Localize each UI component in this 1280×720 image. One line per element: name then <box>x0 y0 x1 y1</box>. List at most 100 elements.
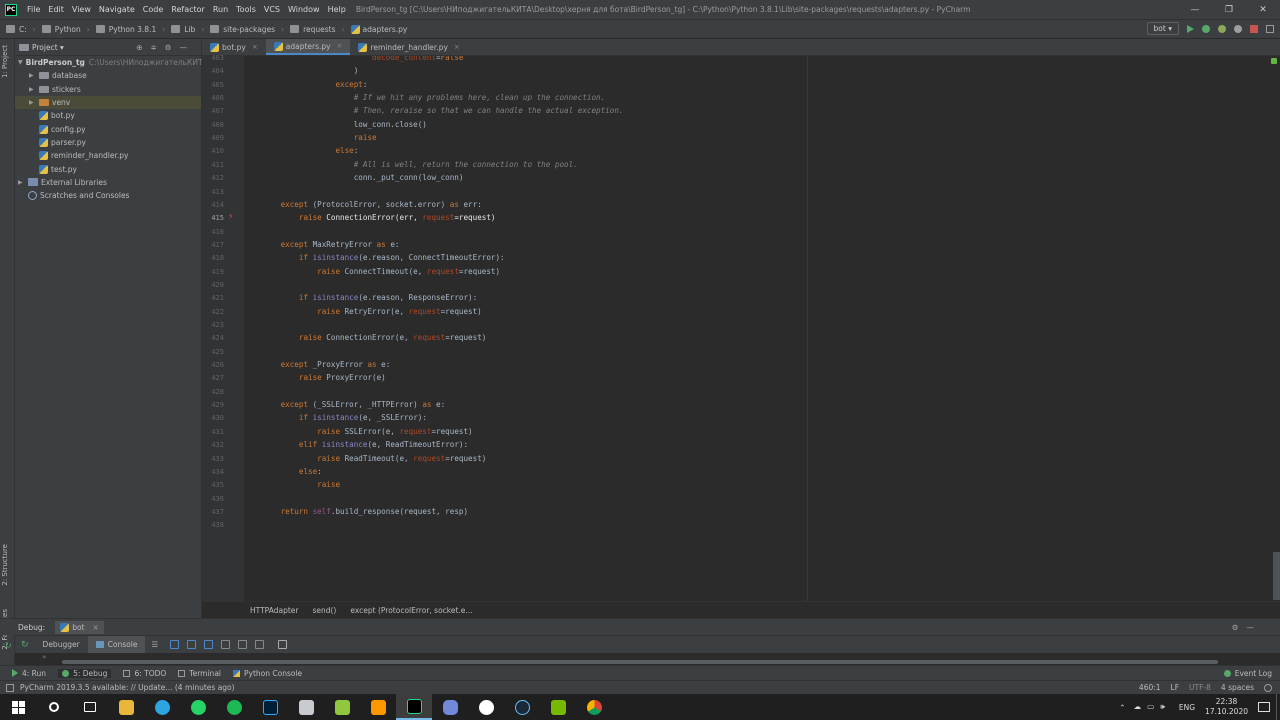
menu-item-file[interactable]: File <box>27 5 40 14</box>
clock[interactable]: 22:38 17.10.2020 <box>1205 697 1248 717</box>
step-over-icon[interactable] <box>170 640 180 649</box>
expand-arrow-icon[interactable]: ▶ <box>29 86 39 93</box>
language-indicator[interactable]: ENG <box>1179 703 1195 712</box>
run-icon[interactable] <box>1187 24 1194 33</box>
nvidia-icon[interactable] <box>540 694 576 720</box>
search-icon[interactable] <box>36 694 72 720</box>
tree-item-test-py[interactable]: test.py <box>15 162 201 175</box>
menu-item-run[interactable]: Run <box>213 5 228 14</box>
evaluate-icon[interactable] <box>278 640 288 649</box>
nav-crumb[interactable]: site-packages › <box>210 25 284 34</box>
tree-item-database[interactable]: ▶ database <box>15 69 201 82</box>
close-icon[interactable]: × <box>93 623 99 632</box>
expand-arrow-icon[interactable]: ▶ <box>29 72 39 79</box>
project-view-select[interactable]: Project ▾ <box>32 43 64 52</box>
telegram-icon[interactable] <box>144 694 180 720</box>
crumb-method[interactable]: send() <box>312 606 336 615</box>
code-editor[interactable]: decode_content=False ) except: # If we h… <box>244 56 1280 601</box>
menu-item-tools[interactable]: Tools <box>236 5 256 14</box>
debug-session-tab[interactable]: bot × <box>55 620 104 634</box>
file-encoding[interactable]: UTF-8 <box>1189 683 1211 692</box>
task-view-icon[interactable] <box>72 694 108 720</box>
close-window-button[interactable]: ✕ <box>1246 0 1280 20</box>
menu-item-refactor[interactable]: Refactor <box>171 5 205 14</box>
debugger-tab[interactable]: Debugger <box>35 636 88 654</box>
menu-item-vcs[interactable]: VCS <box>264 5 280 14</box>
minimize-button[interactable]: — <box>1178 0 1212 20</box>
tray-expand-icon[interactable]: ⌃ <box>1119 703 1125 712</box>
rerun-debug-icon[interactable]: ↻ <box>5 641 12 650</box>
menu-item-edit[interactable]: Edit <box>48 5 64 14</box>
profile-icon[interactable] <box>1234 24 1242 33</box>
notepad-icon[interactable] <box>288 694 324 720</box>
spotify-icon[interactable] <box>216 694 252 720</box>
nav-crumb[interactable]: adapters.py <box>350 24 407 34</box>
status-toggle-icon[interactable] <box>6 683 14 692</box>
tray-icons[interactable]: ☁▭🕪 <box>1134 702 1171 712</box>
tree-item-bot-py[interactable]: bot.py <box>15 109 201 122</box>
coverage-icon[interactable] <box>1218 24 1226 33</box>
menu-lines-icon[interactable]: ☰ <box>151 640 158 649</box>
menu-item-navigate[interactable]: Navigate <box>99 5 135 14</box>
search-everywhere-icon[interactable] <box>1266 24 1274 33</box>
indent-setting[interactable]: 4 spaces <box>1221 683 1254 692</box>
debug-icon[interactable] <box>1202 24 1210 33</box>
nav-crumb[interactable]: Python 3.8.1 › <box>95 25 165 34</box>
photoshop-icon[interactable] <box>252 694 288 720</box>
inspector-icon[interactable] <box>1264 683 1272 692</box>
tab-adapters-py[interactable]: adapters.py × <box>265 39 351 55</box>
tree-item-external-libraries[interactable]: ▶ External Libraries <box>15 176 201 189</box>
close-tab-icon[interactable]: × <box>337 42 343 50</box>
tool-todo[interactable]: 6: TODO <box>123 669 166 678</box>
crumb-block[interactable]: except (ProtocolError, socket.e... <box>350 606 472 615</box>
tool-run[interactable]: 4: Run <box>12 669 46 678</box>
expand-arrow-icon[interactable]: ▼ <box>18 59 23 66</box>
nav-crumb[interactable]: C: › <box>6 25 36 34</box>
game-launcher-icon[interactable] <box>468 694 504 720</box>
steam-icon[interactable] <box>504 694 540 720</box>
menu-item-view[interactable]: View <box>72 5 91 14</box>
menu-item-window[interactable]: Window <box>288 5 320 14</box>
notepadpp-icon[interactable] <box>324 694 360 720</box>
structure-tool-tab[interactable]: 2: Structure <box>1 544 9 586</box>
editor-vscrollbar[interactable] <box>1273 552 1280 600</box>
debug-hscrollbar[interactable] <box>62 660 1218 664</box>
tree-item-parser-py[interactable]: parser.py <box>15 136 201 149</box>
stop-icon[interactable] <box>1250 24 1258 33</box>
pycharm-taskbar-icon[interactable] <box>396 694 432 720</box>
notification-icon[interactable] <box>1258 702 1270 712</box>
console-tab[interactable]: Console <box>87 635 146 654</box>
close-tab-icon[interactable]: × <box>252 43 258 51</box>
run-to-cursor-icon[interactable] <box>255 640 265 649</box>
rerun-icon[interactable]: ↻ <box>21 640 29 650</box>
expand-arrow-icon[interactable]: ▶ <box>18 179 28 186</box>
nav-crumb[interactable]: Lib › <box>171 25 204 34</box>
menu-item-help[interactable]: Help <box>328 5 346 14</box>
tab-reminder_handler-py[interactable]: reminder_handler.py × <box>350 39 467 55</box>
status-message[interactable]: PyCharm 2019.3.5 available: // Update...… <box>20 683 235 692</box>
nav-crumb[interactable]: Python › <box>41 25 90 34</box>
step-out-icon[interactable] <box>238 640 248 649</box>
project-panel-tools-icon[interactable]: ⊕≑⚙— <box>136 43 195 52</box>
file-explorer-icon[interactable] <box>108 694 144 720</box>
tree-item-scratches[interactable]: Scratches and Consoles <box>15 189 201 202</box>
tree-item-reminder_handler-py[interactable]: reminder_handler.py <box>15 149 201 162</box>
windows-start-icon[interactable] <box>0 694 36 720</box>
project-tool-tab[interactable]: 1: Project <box>1 45 9 78</box>
close-tab-icon[interactable]: × <box>454 43 460 51</box>
maximize-button[interactable]: ❐ <box>1212 0 1246 20</box>
breakpoint-bolt-icon[interactable]: ⚡ <box>228 212 234 221</box>
tool-debug[interactable]: 5: Debug <box>58 668 112 678</box>
nav-crumb[interactable]: requests › <box>290 25 345 34</box>
line-separator[interactable]: LF <box>1171 683 1180 692</box>
sublime-text-icon[interactable] <box>360 694 396 720</box>
tree-root[interactable]: ▼ BirdPerson_tg C:\Users\НИподжигательКИ… <box>15 56 208 69</box>
menu-item-code[interactable]: Code <box>143 5 163 14</box>
whatsapp-icon[interactable] <box>180 694 216 720</box>
tree-item-venv[interactable]: ▶ venv <box>15 95 201 110</box>
tree-item-config-py[interactable]: config.py <box>15 122 201 135</box>
expand-arrow-icon[interactable]: ▶ <box>29 99 39 106</box>
force-step-into-icon[interactable] <box>221 640 231 649</box>
tree-item-stickers[interactable]: ▶ stickers <box>15 83 201 96</box>
debug-settings-icon[interactable]: ⚙— <box>1232 623 1262 632</box>
